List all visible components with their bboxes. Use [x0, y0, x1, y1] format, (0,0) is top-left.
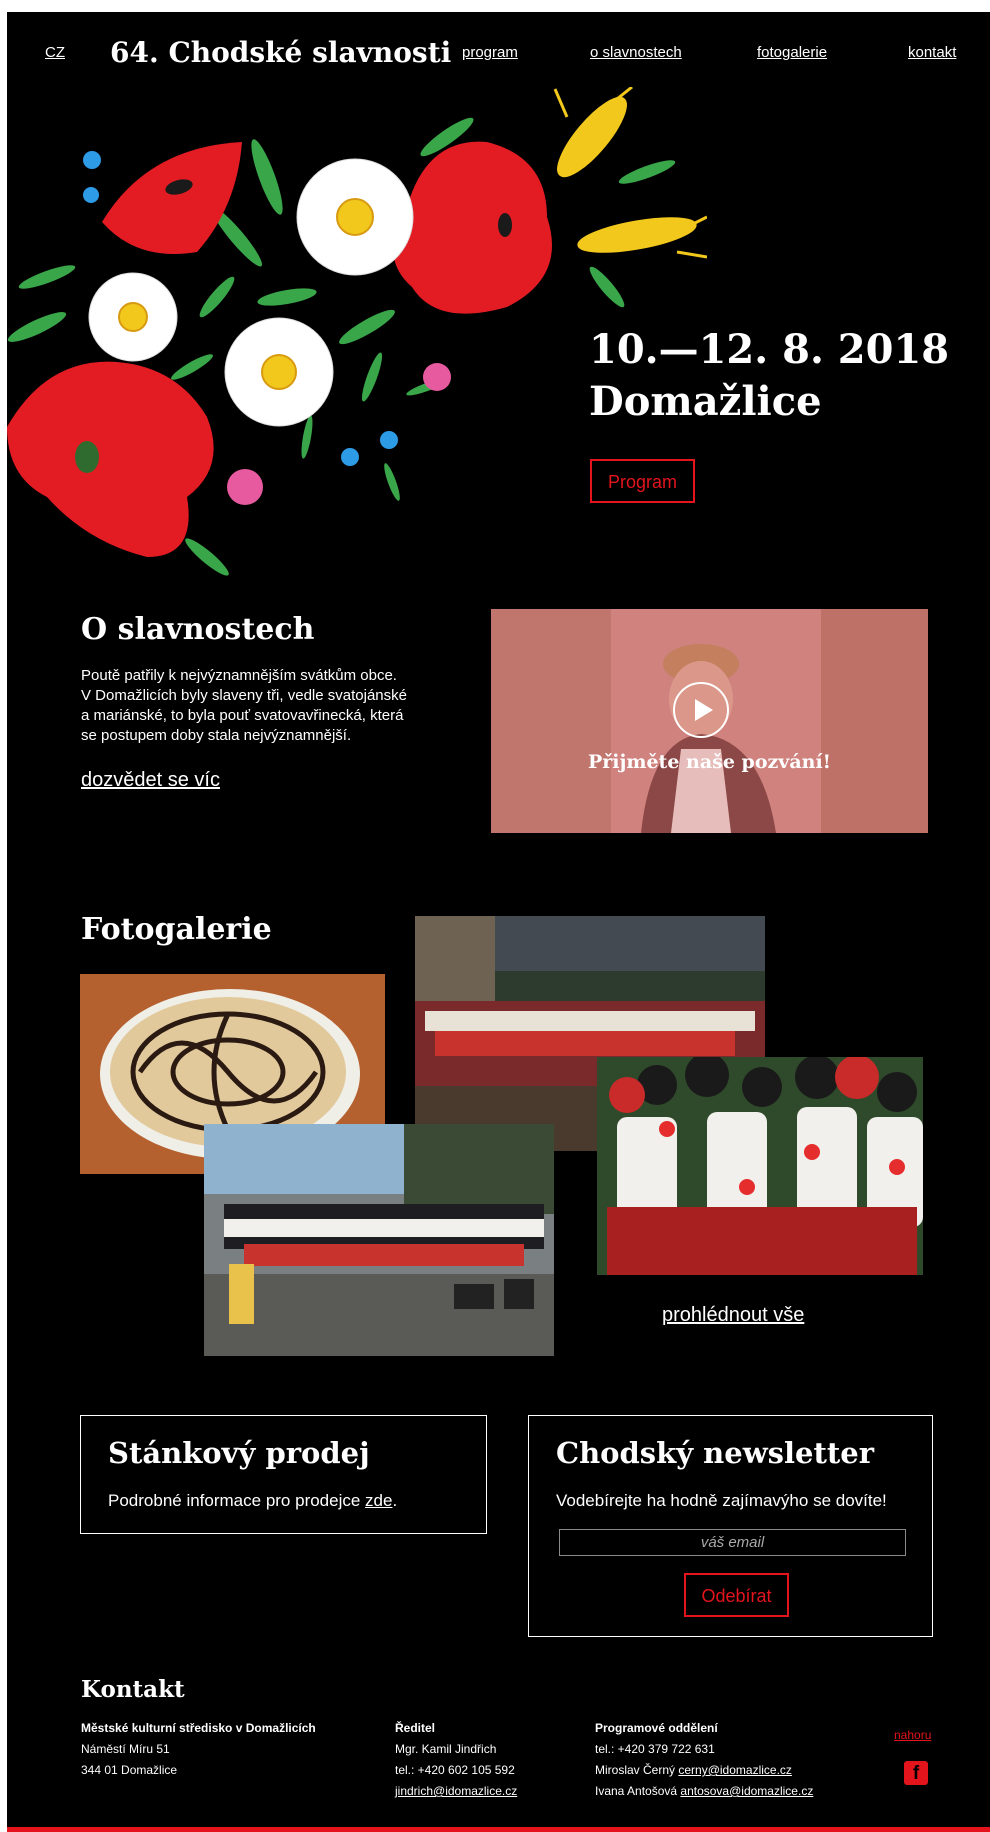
- footer-col-director: Ředitel Mgr. Kamil Jindřich tel.: +420 6…: [395, 1718, 517, 1802]
- footer-person1-email[interactable]: cerny@idomazlice.cz: [678, 1763, 792, 1777]
- about-text-line: a mariánské, to byla pouť svatovavřineck…: [81, 707, 404, 724]
- stall-title: Stánkový prodej: [108, 1436, 370, 1470]
- stall-link[interactable]: zde: [365, 1491, 392, 1510]
- footer-org: Městské kulturní středisko v Domažlicích: [81, 1721, 316, 1735]
- gallery-more-link[interactable]: prohlédnout vše: [662, 1304, 804, 1327]
- about-text-line: se postupem doby stala nejvýznamnější.: [81, 727, 352, 744]
- footer-program-phone: tel.: +420 379 722 631: [595, 1742, 715, 1756]
- hero-place: Domažlice: [589, 378, 822, 425]
- footer-street: Náměstí Míru 51: [81, 1742, 170, 1756]
- video-caption: Přijměte naše pozvání!: [587, 751, 832, 773]
- stall-box: Stánkový prodej Podrobné informace pro p…: [80, 1415, 487, 1534]
- footer-director-name: Mgr. Kamil Jindřich: [395, 1742, 497, 1756]
- video-player[interactable]: Přijměte naše pozvání!: [491, 609, 928, 833]
- back-to-top-link[interactable]: nahoru: [894, 1728, 931, 1742]
- about-text-line: Poutě patřily k nejvýznamnějším svátkům …: [81, 667, 397, 684]
- footer-title: Kontakt: [81, 1676, 185, 1703]
- footer-person2-email[interactable]: antosova@idomazlice.cz: [680, 1784, 813, 1798]
- facebook-icon[interactable]: f: [904, 1761, 928, 1785]
- footer-city: 344 01 Domažlice: [81, 1763, 178, 1777]
- about-more-link[interactable]: dozvědet se víc: [81, 769, 220, 792]
- gallery-photo-stage[interactable]: [204, 1124, 554, 1356]
- nav-gallery[interactable]: fotogalerie: [757, 44, 827, 61]
- nav-about[interactable]: o slavnostech: [590, 44, 682, 61]
- site-title: 64. Chodské slavnosti: [110, 36, 452, 69]
- stall-text: Podrobné informace pro prodejce zde.: [108, 1491, 397, 1511]
- footer-col-program: Programové oddělení tel.: +420 379 722 6…: [595, 1718, 813, 1802]
- about-text: Poutě patřily k nejvýznamnějším svátkům …: [81, 666, 441, 746]
- stall-text-label: Podrobné informace pro prodejce: [108, 1491, 366, 1510]
- newsletter-title: Chodský newsletter: [556, 1436, 874, 1470]
- about-title: O slavnostech: [81, 612, 315, 647]
- stall-text-end: .: [392, 1491, 398, 1510]
- bottom-accent-bar: [7, 1827, 990, 1832]
- subscribe-button[interactable]: Odebírat: [684, 1573, 789, 1617]
- email-field[interactable]: [559, 1529, 906, 1556]
- hero-date: 10.—12. 8. 2018: [589, 326, 950, 373]
- footer-col-address: Městské kulturní středisko v Domažlicích…: [81, 1718, 316, 1781]
- footer-person1-name: Miroslav Černý: [595, 1763, 679, 1777]
- footer-program-role: Programové oddělení: [595, 1721, 718, 1735]
- play-icon[interactable]: [673, 682, 729, 738]
- hero-date-block: 10.—12. 8. 2018 Domažlice: [589, 324, 949, 428]
- language-switch[interactable]: CZ: [45, 44, 65, 61]
- nav-program[interactable]: program: [462, 44, 518, 61]
- page: CZ 64. Chodské slavnosti program o slavn…: [7, 12, 990, 1832]
- newsletter-text: Vodebírejte ha hodně zajímavýho se dovít…: [556, 1491, 887, 1510]
- footer-director-role: Ředitel: [395, 1721, 436, 1735]
- newsletter-box: Chodský newsletter Vodebírejte ha hodně …: [528, 1415, 933, 1637]
- footer-person2-name: Ivana Antošová: [595, 1784, 681, 1798]
- footer-director-phone: tel.: +420 602 105 592: [395, 1763, 515, 1777]
- gallery-title: Fotogalerie: [81, 912, 272, 947]
- program-button[interactable]: Program: [590, 459, 695, 503]
- nav-contact[interactable]: kontakt: [908, 44, 956, 61]
- gallery-photo-roses[interactable]: [597, 1057, 923, 1275]
- footer-director-email[interactable]: jindrich@idomazlice.cz: [395, 1784, 517, 1798]
- about-text-line: V Domažlicích byly slaveny tři, vedle sv…: [81, 687, 407, 704]
